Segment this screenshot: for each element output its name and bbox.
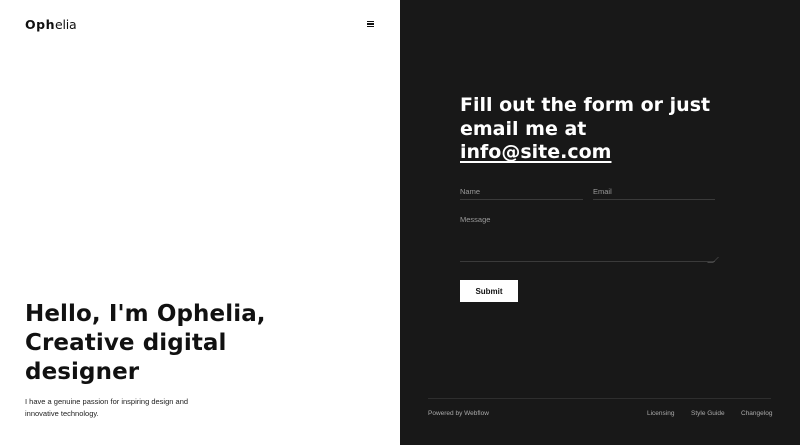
hero-description: I have a genuine passion for inspiring d…: [25, 396, 225, 420]
contact-heading: Fill out the form or just email me at in…: [460, 94, 720, 165]
footer-link-style-guide[interactable]: Style Guide: [691, 410, 725, 417]
contact-heading-line: email me at: [460, 117, 587, 140]
email-link[interactable]: info@site.com: [460, 141, 611, 163]
footer-link-licensing[interactable]: Licensing: [647, 410, 674, 417]
powered-by-link[interactable]: Powered by Webflow: [428, 410, 489, 417]
logo-bold: Oph: [25, 17, 55, 32]
footer-divider: [428, 398, 771, 399]
name-field[interactable]: [460, 183, 583, 200]
hero-description-line: innovative technology.: [25, 409, 99, 418]
message-field[interactable]: [460, 215, 715, 262]
contact-heading-line: Fill out the form or just: [460, 94, 711, 116]
hero-title-line: Creative digital: [25, 330, 227, 356]
hero-title-line: Hello, I'm Ophelia,: [25, 301, 266, 327]
intro-panel: Ophelia Hello, I'm Ophelia, Creative dig…: [0, 0, 400, 445]
hero-title-line: designer: [25, 359, 140, 385]
logo[interactable]: Ophelia: [25, 17, 77, 32]
logo-light: elia: [54, 17, 77, 32]
footer-link-changelog[interactable]: Changelog: [741, 410, 772, 417]
email-field[interactable]: [593, 183, 715, 200]
submit-button[interactable]: Submit: [460, 280, 518, 302]
hero-title: Hello, I'm Ophelia, Creative digital des…: [25, 300, 325, 387]
hero-description-line: I have a genuine passion for inspiring d…: [25, 397, 189, 406]
hamburger-menu-icon[interactable]: [367, 21, 374, 27]
